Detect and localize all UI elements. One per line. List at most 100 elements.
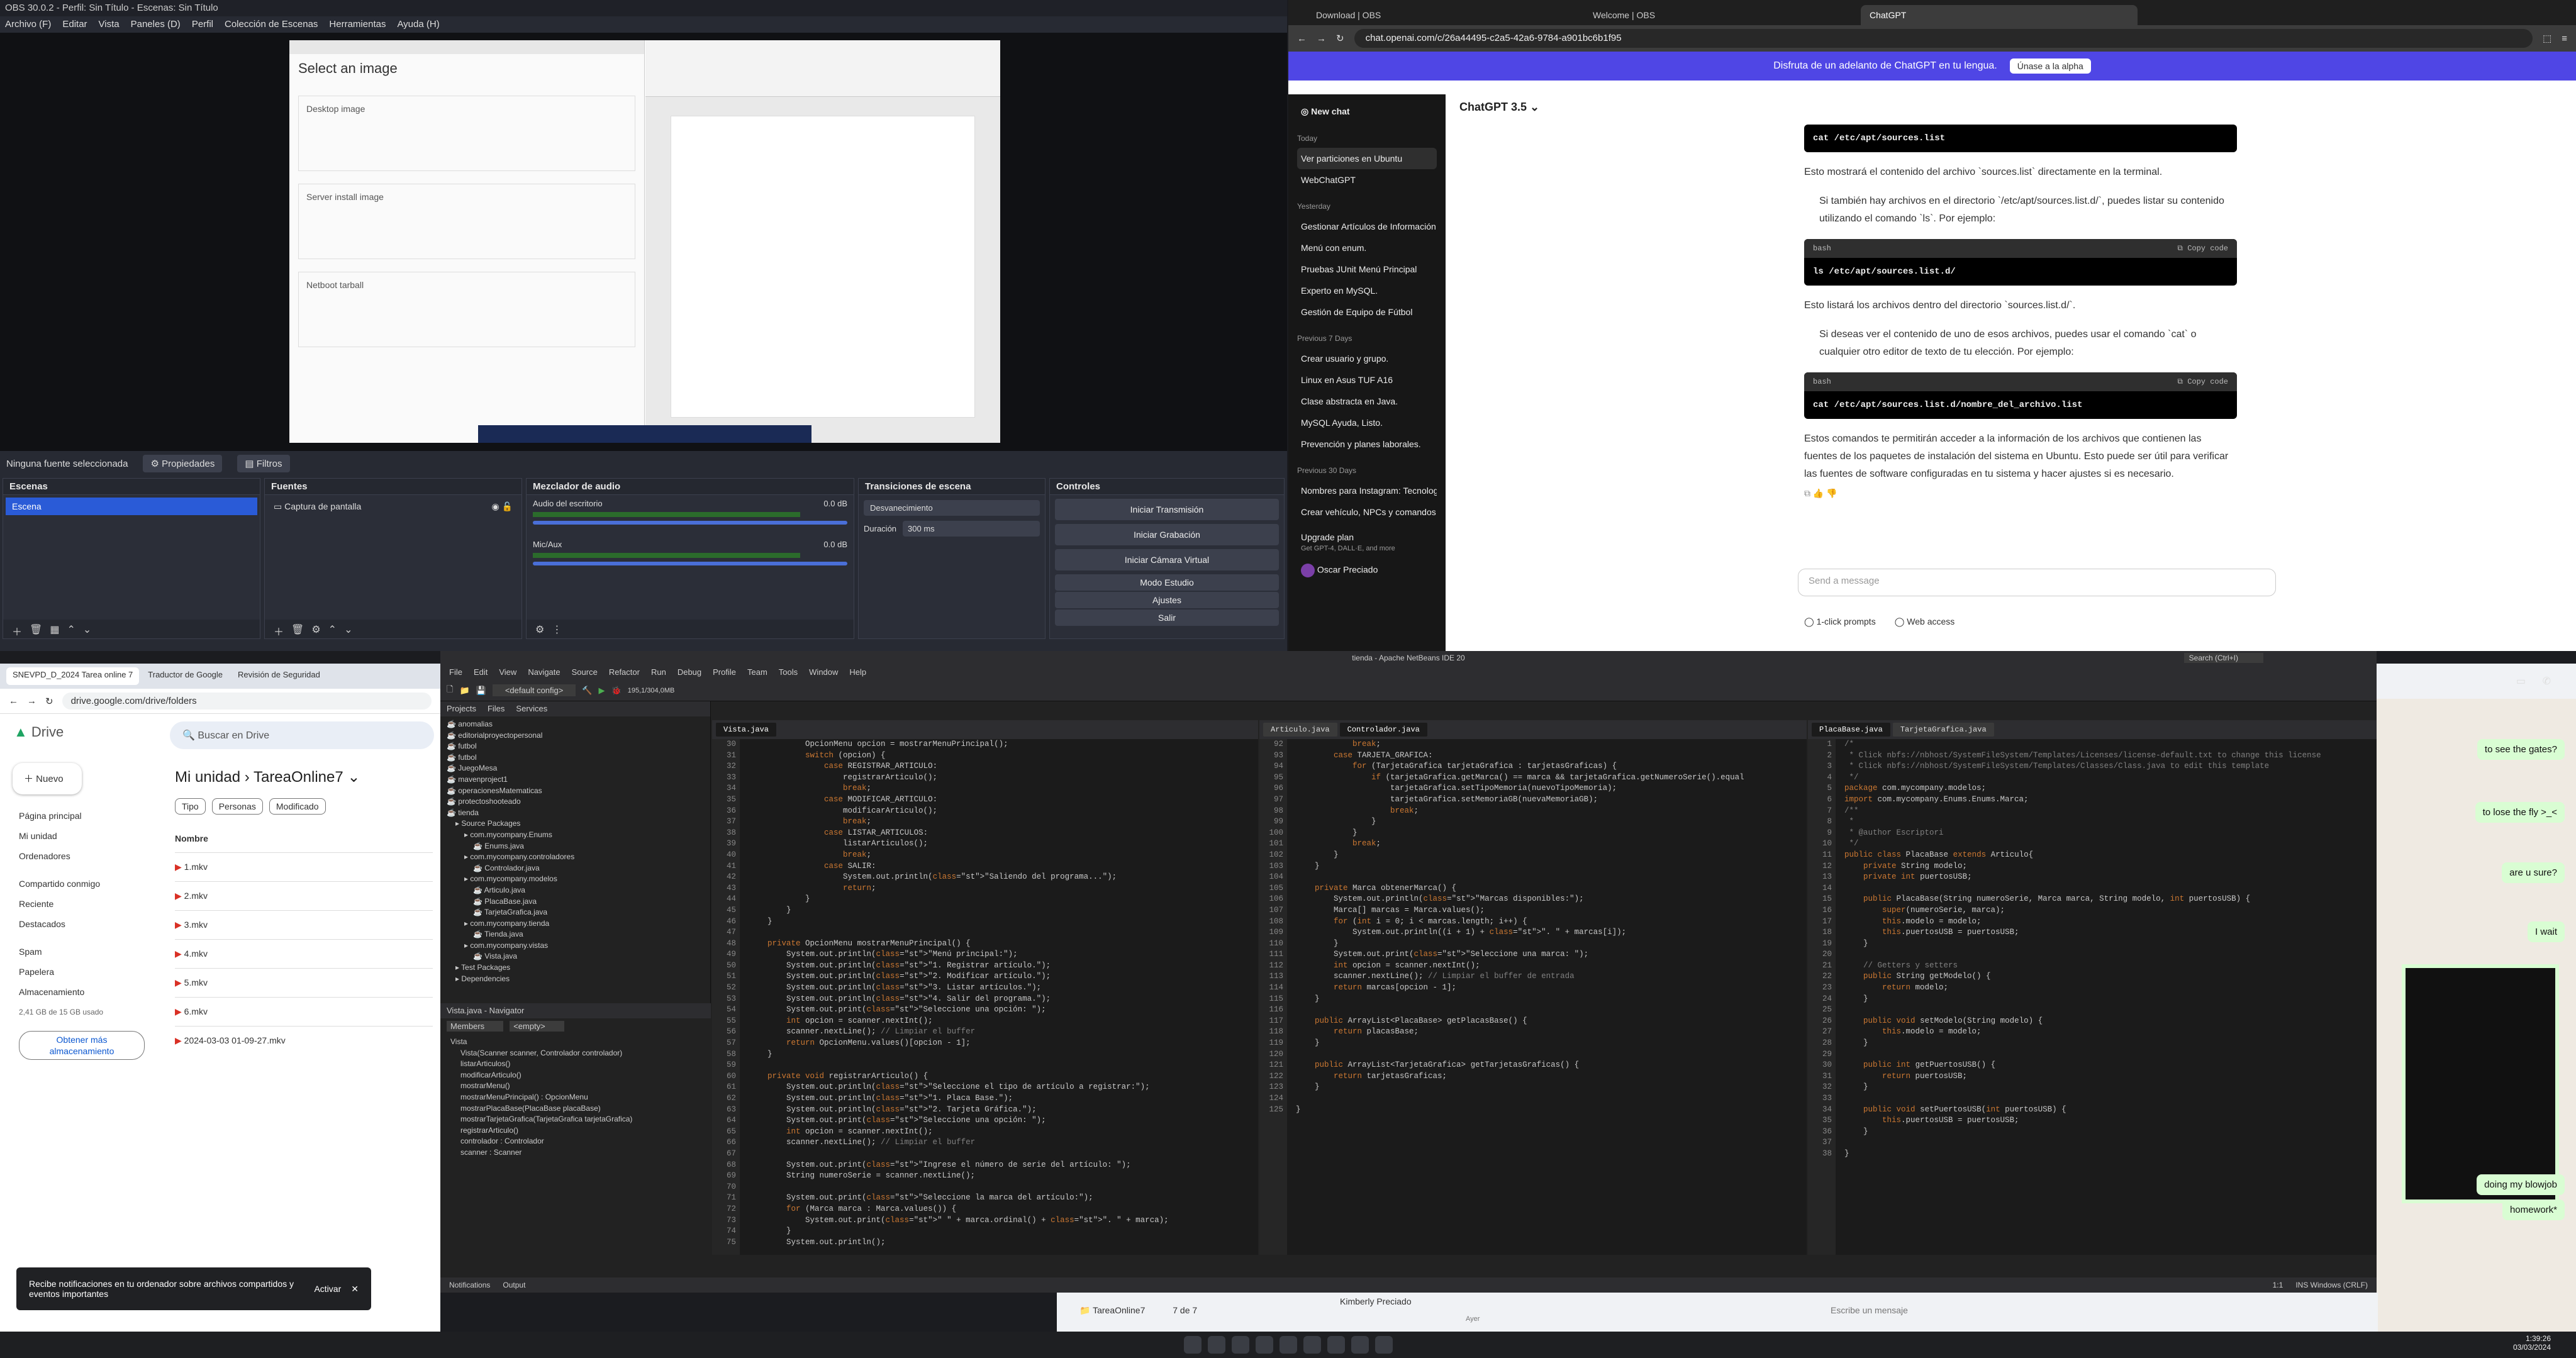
forward-icon[interactable]: → [27, 696, 36, 706]
tree-item[interactable]: ▸ com.mycompany.controladores [447, 852, 704, 863]
exit-button[interactable]: Salir [1055, 609, 1279, 626]
phone-icon[interactable]: ✆ [2543, 675, 2551, 687]
config-select[interactable]: <default config> [492, 684, 576, 696]
settings-button[interactable]: Ajustes [1055, 592, 1279, 608]
tree-item[interactable]: ☕ Controlador.java [447, 863, 704, 874]
nav-storage[interactable]: Almacenamiento [19, 982, 145, 1002]
list-item[interactable]: ▶ 1.mkv [175, 852, 433, 881]
tab-download-obs[interactable]: Download | OBS [1307, 5, 1584, 25]
remove-icon[interactable]: 🗑 [291, 623, 304, 635]
tab-controlador-java[interactable]: Controlador.java [1339, 723, 1427, 737]
chat-item[interactable]: Crear vehículo, NPCs y comandos [1297, 501, 1437, 523]
save-icon[interactable]: 💾 [476, 686, 486, 696]
tab-vista-java[interactable]: Vista.java [716, 723, 777, 737]
filter-type[interactable]: Tipo [175, 798, 206, 815]
filter-modified[interactable]: Modificado [269, 798, 326, 815]
menu-navigate[interactable]: Navigate [528, 667, 560, 677]
tab-articulo-java[interactable]: Articulo.java [1263, 723, 1337, 737]
thumbs-up-icon[interactable]: 👍 [1813, 488, 1824, 498]
obs-preview[interactable]: Select an image Desktop image Server ins… [0, 33, 1287, 451]
tree-item[interactable]: ☕ PlacaBase.java [447, 896, 704, 908]
chat-item[interactable]: Linux en Asus TUF A16 [1297, 369, 1437, 391]
model-selector[interactable]: ChatGPT 3.5 ⌄ [1459, 101, 1539, 114]
menu-view[interactable]: View [499, 667, 516, 677]
nav-home[interactable]: Página principal [19, 806, 145, 826]
tab-tarjetagrafica-java[interactable]: TarjetaGrafica.java [1892, 723, 1994, 737]
add-icon[interactable]: ＋ [274, 623, 284, 638]
tree-item[interactable]: ☕ tienda [447, 808, 704, 819]
menu-ayuda[interactable]: Ayuda (H) [397, 19, 439, 30]
tab-projects[interactable]: Projects [447, 704, 476, 714]
memory-indicator[interactable]: 195,1/304,0MB [628, 687, 675, 694]
get-storage-button[interactable]: Obtener más almacenamiento [19, 1031, 145, 1060]
new-button[interactable]: ＋ Nuevo [13, 763, 82, 794]
navigator-item[interactable]: mostrarMenu() [450, 1081, 701, 1092]
build-icon[interactable]: 🔨 [582, 686, 592, 696]
navigator-item[interactable]: listarArticulos() [450, 1059, 701, 1070]
scene-item[interactable]: Escena [6, 498, 257, 515]
tree-item[interactable]: ☕ editorialproyectopersonal [447, 730, 704, 742]
tab-chatgpt[interactable]: ChatGPT [1861, 5, 2138, 25]
file-explorer-icon[interactable] [1207, 1336, 1225, 1354]
start-virtual-cam-button[interactable]: Iniciar Cámara Virtual [1055, 549, 1279, 570]
chrome-icon[interactable] [1255, 1336, 1273, 1354]
tree-item[interactable]: ☕ JuegoMesa [447, 763, 704, 774]
obs-icon[interactable] [1279, 1336, 1297, 1354]
menu-refactor[interactable]: Refactor [609, 667, 640, 677]
join-alpha-button[interactable]: Únase a la alpha [2009, 58, 2091, 74]
tree-item[interactable]: ☕ futbol [447, 741, 704, 752]
tab-placabase-java[interactable]: PlacaBase.java [1812, 723, 1890, 737]
extensions-icon[interactable]: ⬚ [2543, 33, 2551, 44]
menu-profile[interactable]: Profile [713, 667, 736, 677]
back-icon[interactable]: ← [9, 696, 18, 706]
reload-icon[interactable]: ↻ [45, 696, 53, 707]
members-select[interactable]: Members [447, 1021, 504, 1032]
tree-item[interactable]: ☕ anomalias [447, 719, 704, 730]
studio-mode-button[interactable]: Modo Estudio [1055, 574, 1279, 591]
tree-item[interactable]: ▸ com.mycompany.vistas [447, 940, 704, 952]
menu-vista[interactable]: Vista [99, 19, 120, 30]
image-message[interactable] [2402, 964, 2559, 1203]
tree-item[interactable]: ☕ futbol [447, 752, 704, 764]
list-item[interactable]: ▶ 6.mkv [175, 997, 433, 1026]
menu-herramientas[interactable]: Herramientas [329, 19, 386, 30]
list-item[interactable]: ▶ 5.mkv [175, 968, 433, 997]
nav-computers[interactable]: Ordenadores [19, 846, 145, 866]
menu-debug[interactable]: Debug [677, 667, 701, 677]
back-icon[interactable]: ← [1297, 33, 1307, 44]
netbeans-icon[interactable] [1303, 1336, 1321, 1354]
code-area[interactable]: break; case TARJETA_GRAFICA: for (Tarjet… [1291, 739, 1807, 1255]
thumbs-down-icon[interactable]: 👎 [1826, 488, 1837, 498]
lock-icon[interactable]: 🔓 [502, 501, 513, 511]
menu-icon[interactable]: ≡ [2562, 33, 2567, 44]
filter-icon[interactable]: ▦ [50, 623, 59, 635]
more-icon[interactable]: ⋮ [552, 623, 562, 635]
menu-editar[interactable]: Editar [62, 19, 87, 30]
down-icon[interactable]: ⌄ [83, 623, 91, 635]
menu-help[interactable]: Help [849, 667, 866, 677]
navigator-item[interactable]: registrarArticulo() [450, 1125, 701, 1137]
menu-coleccion[interactable]: Colección de Escenas [225, 19, 318, 30]
tab-translate[interactable]: Traductor de Google [142, 667, 229, 685]
menu-source[interactable]: Source [572, 667, 598, 677]
whatsapp-icon[interactable] [1327, 1336, 1345, 1354]
nav-shared[interactable]: Compartido conmigo [19, 874, 145, 894]
tree-item[interactable]: ☕ Articulo.java [447, 885, 704, 896]
code-area[interactable]: OpcionMenu opcion = mostrarMenuPrincipal… [744, 739, 1258, 1255]
up-icon[interactable]: ⌃ [67, 623, 75, 635]
nav-recent[interactable]: Reciente [19, 894, 145, 914]
new-file-icon[interactable]: 🗋 [447, 684, 453, 698]
chat-item[interactable]: Menú con enum. [1297, 237, 1437, 259]
filter-people[interactable]: Personas [211, 798, 263, 815]
source-item[interactable]: ▭ Captura de pantalla ◉ 🔓 [267, 498, 519, 516]
eye-icon[interactable]: ◉ [491, 501, 499, 511]
nav-starred[interactable]: Destacados [19, 914, 145, 934]
list-item[interactable]: ▶ 2.mkv [175, 881, 433, 910]
chat-item[interactable]: MySQL Ayuda, Listo. [1297, 412, 1437, 433]
activate-button[interactable]: Activar [314, 1284, 341, 1294]
menu-team[interactable]: Team [747, 667, 767, 677]
properties-button[interactable]: ⚙ Propiedades [143, 455, 223, 472]
tree-item[interactable]: ☕ TarjetaGrafica.java [447, 907, 704, 918]
tree-item[interactable]: ☕ Tienda.java [447, 929, 704, 940]
url-field[interactable]: drive.google.com/drive/folders [62, 693, 432, 710]
